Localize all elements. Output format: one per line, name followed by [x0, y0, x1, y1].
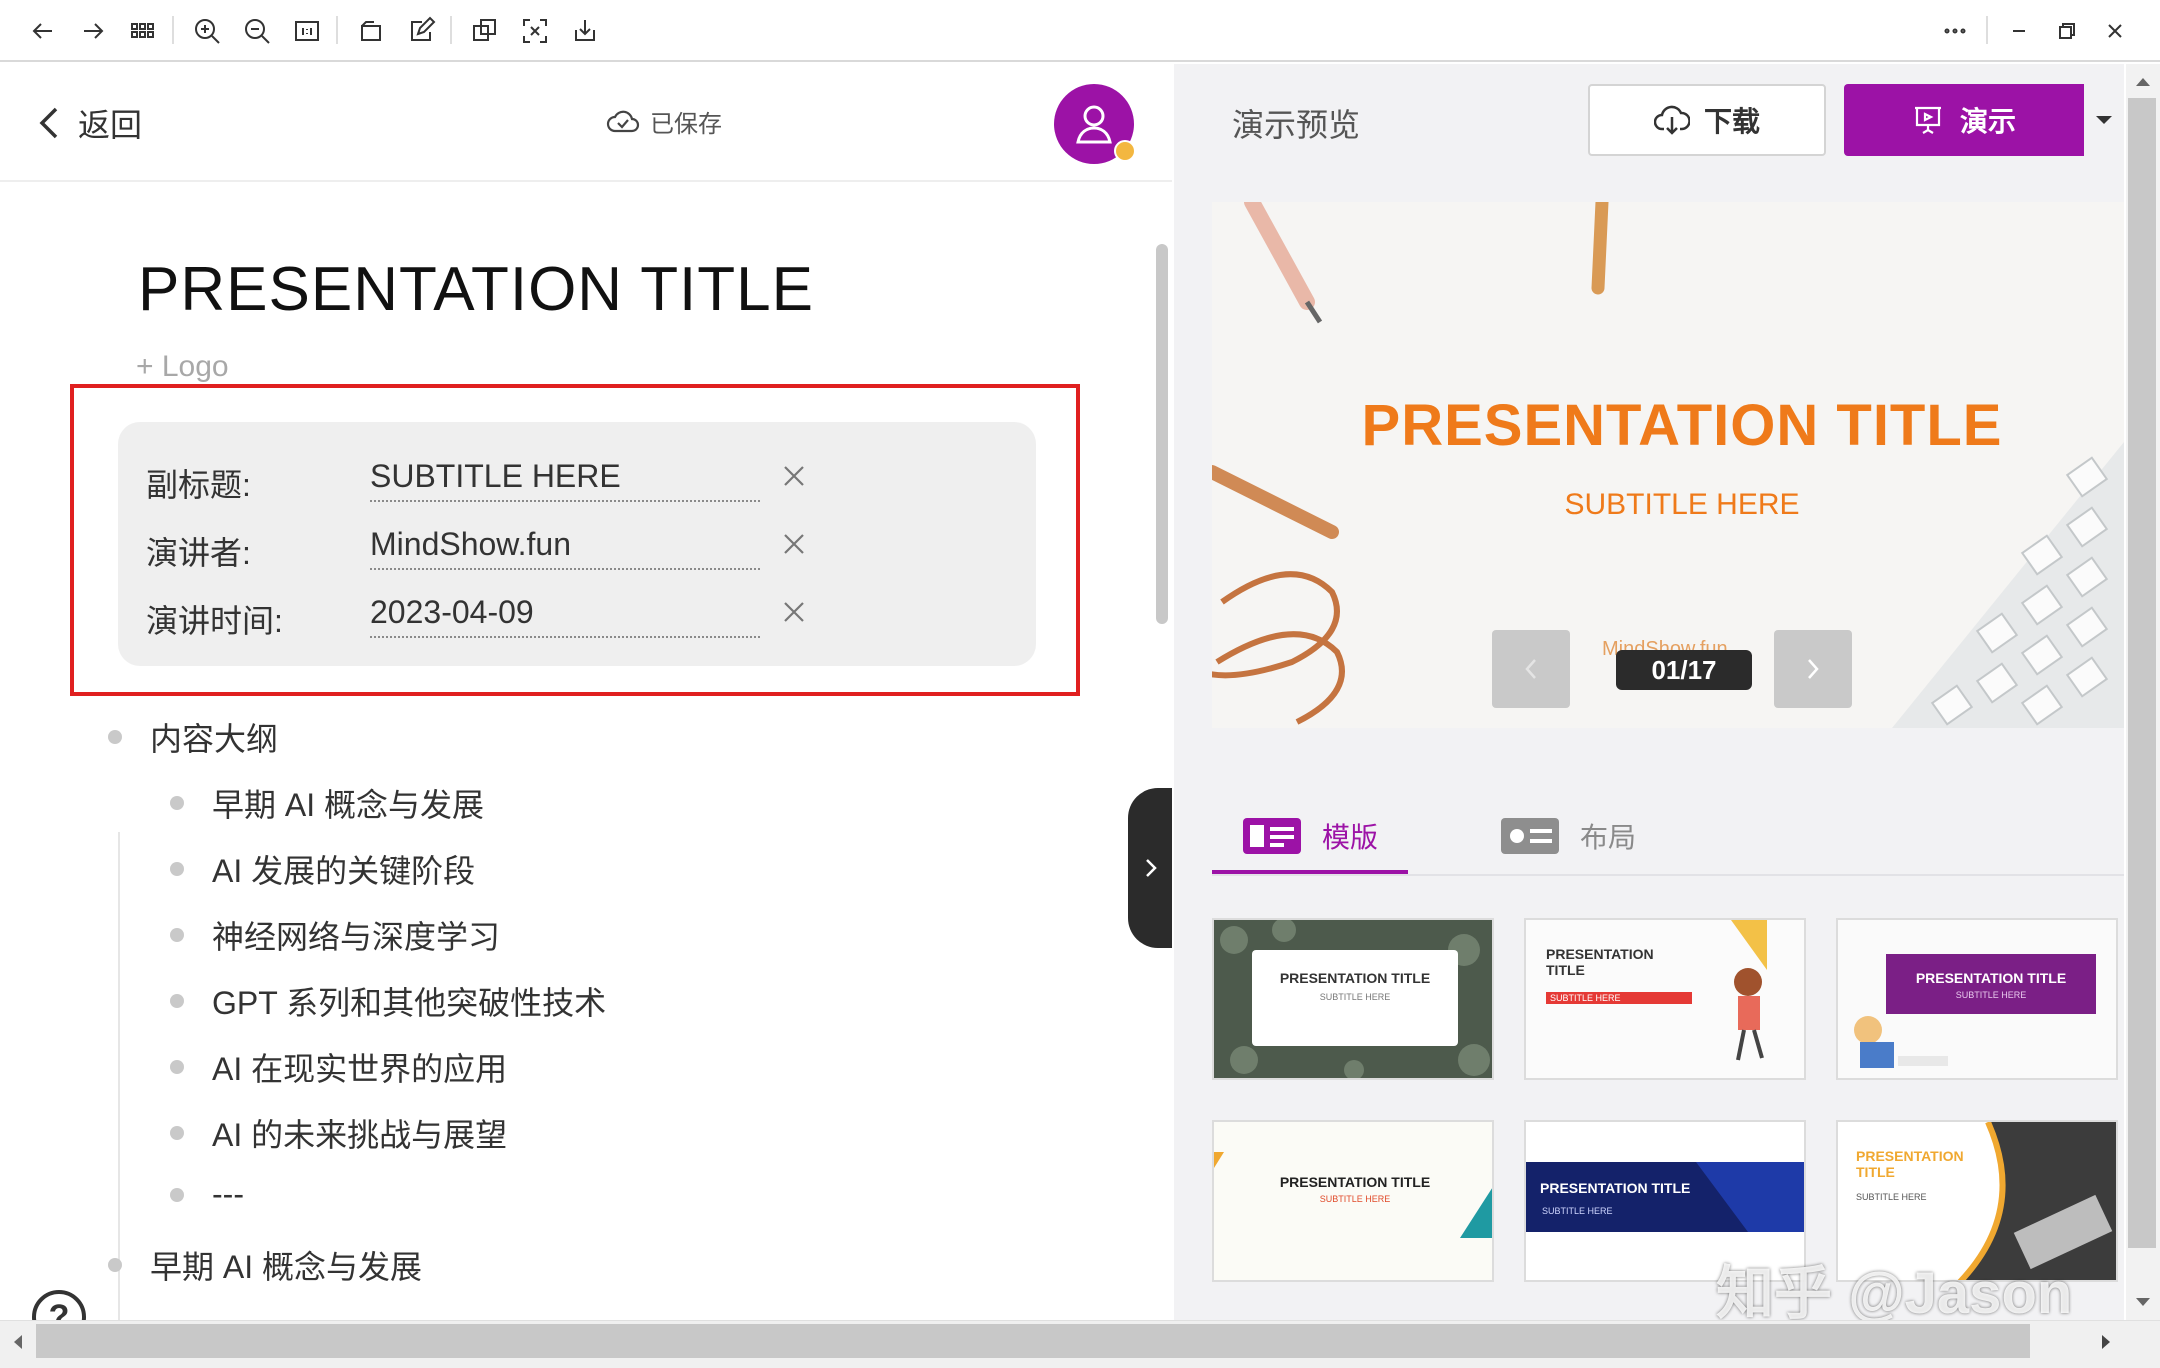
download-button[interactable]: 下载	[1588, 84, 1826, 156]
template-icon	[1243, 818, 1301, 854]
edit-icon[interactable]	[402, 12, 440, 50]
minimize-icon[interactable]	[2000, 12, 2038, 50]
back-arrow-icon[interactable]	[24, 12, 62, 50]
download-label: 下载	[1703, 106, 1760, 137]
outline-item[interactable]: AI 的未来挑战与展望	[170, 1110, 507, 1156]
user-icon	[1076, 105, 1112, 144]
chevron-right-icon	[1146, 859, 1157, 877]
outline-item[interactable]: 神经网络与深度学习	[170, 912, 500, 958]
chevron-left-icon	[39, 107, 58, 139]
subtitle-field[interactable]: SUBTITLE HERE	[370, 458, 760, 502]
restore-icon[interactable]	[2048, 12, 2086, 50]
date-label: 演讲时间:	[146, 603, 283, 639]
present-button[interactable]: 演示	[1844, 84, 2084, 156]
outline-item[interactable]: 早期 AI 概念与发展	[170, 780, 484, 826]
outline-item[interactable]: 早期 AI 概念与发展	[108, 1242, 422, 1288]
slide-counter: 01/17	[1616, 650, 1752, 690]
rotate-icon[interactable]	[352, 12, 390, 50]
speaker-label: 演讲者:	[146, 535, 251, 571]
saved-label: 已保存	[650, 111, 722, 138]
preview-scrollbar[interactable]	[2128, 98, 2156, 1248]
slide-preview[interactable]: PRESENTATION TITLE SUBTITLE HERE MindSho…	[1212, 202, 2124, 728]
add-logo-button[interactable]: + Logo	[136, 350, 229, 384]
editor-scrollbar[interactable]	[1156, 244, 1168, 624]
template-thumbnail[interactable]: PRESENTATION TITLE SUBTITLE HERE	[1212, 1120, 1494, 1282]
chevron-left-icon	[1525, 659, 1536, 679]
tab-templates-label: 模版	[1322, 822, 1379, 853]
watermark: 知乎 @Jason	[1716, 1261, 2073, 1326]
clear-subtitle-icon[interactable]	[780, 462, 810, 492]
scroll-right-icon[interactable]	[2094, 1330, 2118, 1354]
caret-down-icon	[2096, 116, 2112, 124]
clear-date-icon[interactable]	[780, 598, 810, 628]
chevron-right-icon	[1808, 659, 1819, 679]
cloud-download-icon	[1653, 105, 1690, 135]
date-field[interactable]: 2023-04-09	[370, 594, 760, 638]
cloud-check-icon	[606, 110, 640, 132]
download-icon[interactable]	[566, 12, 604, 50]
slide-title: PRESENTATION TITLE	[1361, 393, 2003, 458]
close-icon[interactable]	[2096, 12, 2134, 50]
collapse-panel-button[interactable]	[1128, 788, 1172, 948]
present-label: 演示	[1959, 106, 2016, 137]
grid-icon[interactable]	[124, 12, 162, 50]
copy-icon[interactable]	[466, 12, 504, 50]
zoom-out-icon[interactable]	[238, 12, 276, 50]
next-slide-button[interactable]	[1774, 630, 1852, 708]
fit-page-icon[interactable]	[288, 12, 326, 50]
tab-layouts[interactable]: 布局	[1500, 806, 1636, 866]
present-options-dropdown[interactable]	[2084, 84, 2124, 156]
outline-item[interactable]: AI 在现实世界的应用	[170, 1044, 507, 1090]
tab-divider	[1212, 874, 2124, 876]
saved-status: 已保存	[606, 104, 722, 139]
screenshot-icon[interactable]	[516, 12, 554, 50]
presentation-icon	[1914, 106, 1941, 134]
tab-layouts-label: 布局	[1580, 822, 1637, 853]
subtitle-label: 副标题:	[146, 467, 251, 503]
template-thumbnail[interactable]: PRESENTATION TITLE SUBTITLE HERE	[1524, 918, 1806, 1080]
outline-item[interactable]: AI 发展的关键阶段	[170, 846, 475, 892]
template-thumbnail[interactable]: PRESENTATION TITLE SUBTITLE HERE	[1836, 918, 2118, 1080]
help-button[interactable]: ?	[32, 1290, 86, 1320]
window-toolbar	[0, 0, 2160, 62]
scroll-down-icon[interactable]	[2131, 1290, 2155, 1314]
editor-panel: 返回 已保存 PRESENTATION TITLE + Logo 副标题: SU…	[0, 64, 1172, 1320]
preview-title: 演示预览	[1232, 107, 1361, 143]
scroll-up-icon[interactable]	[2131, 70, 2155, 94]
outline-item[interactable]: 内容大纲	[108, 714, 278, 760]
prev-slide-button[interactable]	[1492, 630, 1570, 708]
tab-templates[interactable]: 模版	[1242, 806, 1378, 866]
avatar[interactable]	[1054, 84, 1136, 164]
presentation-title[interactable]: PRESENTATION TITLE	[138, 254, 814, 325]
clear-speaker-icon[interactable]	[780, 530, 810, 560]
slide-subtitle: SUBTITLE HERE	[1564, 488, 1800, 521]
template-thumbnail[interactable]: PRESENTATION TITLE SUBTITLE HERE	[1212, 918, 1494, 1080]
outline-item[interactable]: GPT 系列和其他突破性技术	[170, 978, 606, 1024]
scroll-left-icon[interactable]	[6, 1330, 30, 1354]
more-icon[interactable]	[1936, 12, 1974, 50]
preview-panel: 演示预览 下载 演示 PRESENTATION TITLE SUBTITLE H…	[1174, 64, 2124, 1320]
vip-badge	[1114, 140, 1136, 162]
editor-header: 返回 已保存	[0, 64, 1172, 182]
outline-item[interactable]: ---	[170, 1176, 244, 1213]
horizontal-scrollbar[interactable]	[36, 1324, 2030, 1358]
date-row: 演讲时间: 2023-04-09	[118, 586, 1036, 646]
back-label: 返回	[78, 107, 143, 143]
subtitle-row: 副标题: SUBTITLE HERE	[118, 450, 1036, 510]
speaker-field[interactable]: MindShow.fun	[370, 526, 760, 570]
zoom-in-icon[interactable]	[188, 12, 226, 50]
forward-arrow-icon[interactable]	[74, 12, 112, 50]
speaker-row: 演讲者: MindShow.fun	[118, 518, 1036, 578]
meta-fields: 副标题: SUBTITLE HERE 演讲者: MindShow.fun 演讲时…	[118, 422, 1036, 666]
back-button[interactable]: 返回	[34, 100, 142, 146]
layout-icon	[1501, 818, 1559, 854]
